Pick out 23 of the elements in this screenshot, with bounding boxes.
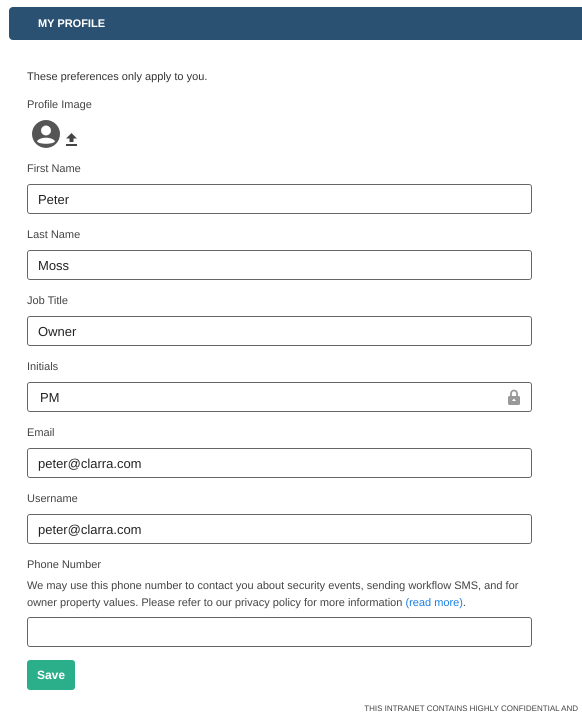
input-field[interactable]: peter@clarra.com (27, 448, 532, 478)
field-label: Profile Image (27, 98, 93, 112)
upload-icon[interactable] (66, 133, 77, 146)
input-field[interactable]: Owner (27, 316, 532, 346)
field-label: Last Name (27, 228, 82, 242)
field-label: Initials (27, 360, 60, 374)
avatar-icon[interactable] (32, 120, 60, 148)
lock-icon (508, 389, 520, 405)
field-label: Username (27, 492, 79, 506)
phone-input[interactable] (27, 617, 532, 647)
phone-description: We may use this phone number to contact you about security events, sending workflow SMS, and for owner property values. Please refer to our privacy policy for more information (read more). (27, 579, 520, 611)
field-label: Email (27, 426, 56, 440)
input-field[interactable]: PM (27, 382, 532, 412)
intro-text: These preferences only apply to you. (27, 70, 208, 84)
footer-notice: THIS INTRANET CONTAINS HIGHLY CONFIDENTIAL AND (364, 704, 579, 713)
input-field[interactable]: Peter (27, 184, 532, 214)
input-field[interactable]: Moss (27, 250, 532, 280)
field-label: Job Title (27, 294, 69, 308)
page-title: MY PROFILE (38, 18, 106, 30)
read-more-link[interactable]: (read more) (405, 597, 463, 609)
field-label: Phone Number (27, 558, 102, 572)
field-label: First Name (27, 162, 82, 176)
input-field[interactable]: peter@clarra.com (27, 514, 532, 544)
